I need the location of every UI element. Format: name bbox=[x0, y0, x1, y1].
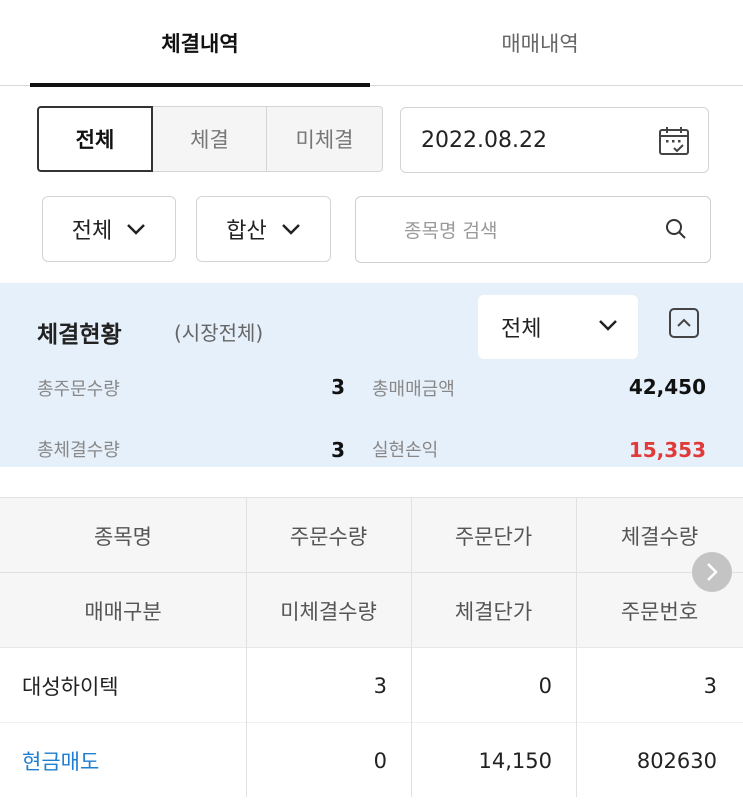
date-value: 2022.08.22 bbox=[421, 127, 547, 153]
cell-order-number: 802630 bbox=[636, 748, 717, 773]
cell-trade-type: 현금매도 bbox=[22, 749, 100, 774]
cell-order-price: 0 bbox=[538, 673, 552, 698]
table-header-row: 매매구분 미체결수량 체결단가 주문번호 bbox=[0, 572, 743, 647]
column-divider bbox=[576, 497, 577, 797]
total-exec-qty-label: 총체결수량 bbox=[37, 440, 120, 461]
header-stock-name: 종목명 bbox=[94, 524, 152, 549]
aggregate-dropdown-value: 합산 bbox=[226, 219, 267, 244]
chevron-down-icon bbox=[599, 320, 617, 331]
header-trade-type: 매매구분 bbox=[84, 599, 162, 624]
date-picker[interactable]: 2022.08.22 bbox=[400, 107, 709, 173]
header-unexec-qty: 미체결수량 bbox=[280, 599, 377, 624]
search-icon[interactable] bbox=[664, 217, 688, 246]
cell-unexec-qty: 0 bbox=[373, 748, 387, 773]
header-order-price: 주문단가 bbox=[454, 524, 533, 549]
status-segmented-control: 전체 체결 미체결 bbox=[37, 106, 383, 172]
cell-order-qty: 3 bbox=[373, 673, 387, 698]
realized-pnl-label: 실현손익 bbox=[372, 440, 439, 461]
column-divider bbox=[411, 497, 412, 797]
summary-subtitle: (시장전체) bbox=[174, 321, 264, 345]
summary-market-select[interactable]: 전체 bbox=[478, 295, 638, 359]
summary-title: 체결현황 bbox=[37, 322, 122, 348]
total-exec-qty-value: 3 bbox=[331, 438, 345, 462]
table-header-row: 종목명 주문수량 주문단가 체결수량 bbox=[0, 497, 743, 572]
total-trade-amount-label: 총매매금액 bbox=[372, 379, 455, 400]
cell-exec-price: 14,150 bbox=[478, 748, 552, 773]
calendar-icon[interactable] bbox=[658, 126, 690, 162]
total-trade-amount-value: 42,450 bbox=[628, 375, 706, 399]
aggregate-dropdown[interactable]: 합산 bbox=[196, 196, 331, 262]
segment-all[interactable]: 전체 bbox=[37, 106, 153, 172]
collapse-button[interactable] bbox=[669, 308, 699, 338]
realized-pnl-value: 15,353 bbox=[628, 438, 706, 462]
stock-search-input[interactable]: 종목명 검색 bbox=[355, 196, 711, 263]
tab-execution-history[interactable]: 체결내역 bbox=[30, 0, 370, 87]
execution-summary-panel: 체결현황 (시장전체) 전체 총주문수량 3 총매매금액 42,450 총체결수… bbox=[0, 283, 743, 467]
summary-select-value: 전체 bbox=[501, 317, 542, 342]
column-divider bbox=[246, 497, 247, 797]
tab-bar: 체결내역 매매내역 bbox=[0, 0, 743, 87]
segment-executed[interactable]: 체결 bbox=[153, 106, 267, 172]
header-exec-price: 체결단가 bbox=[454, 599, 533, 624]
cell-exec-qty: 3 bbox=[703, 673, 717, 698]
chevron-down-icon bbox=[281, 224, 300, 235]
scroll-right-button[interactable] bbox=[692, 552, 732, 592]
cell-stock-name: 대성하이텍 bbox=[22, 674, 119, 699]
search-placeholder: 종목명 검색 bbox=[404, 220, 498, 242]
chevron-down-icon bbox=[127, 224, 146, 235]
segment-unexecuted[interactable]: 미체결 bbox=[267, 106, 383, 172]
table-row[interactable]: 대성하이텍 3 0 3 bbox=[0, 647, 743, 722]
header-order-qty: 주문수량 bbox=[289, 524, 368, 549]
total-order-qty-value: 3 bbox=[331, 375, 345, 399]
tab-trade-history[interactable]: 매매내역 bbox=[370, 0, 710, 86]
chevron-right-icon bbox=[707, 563, 718, 581]
total-order-qty-label: 총주문수량 bbox=[37, 379, 120, 400]
chevron-up-icon bbox=[677, 318, 691, 327]
table-row[interactable]: 현금매도 0 14,150 802630 bbox=[0, 722, 743, 797]
market-dropdown[interactable]: 전체 bbox=[42, 196, 176, 262]
market-dropdown-value: 전체 bbox=[71, 219, 113, 244]
